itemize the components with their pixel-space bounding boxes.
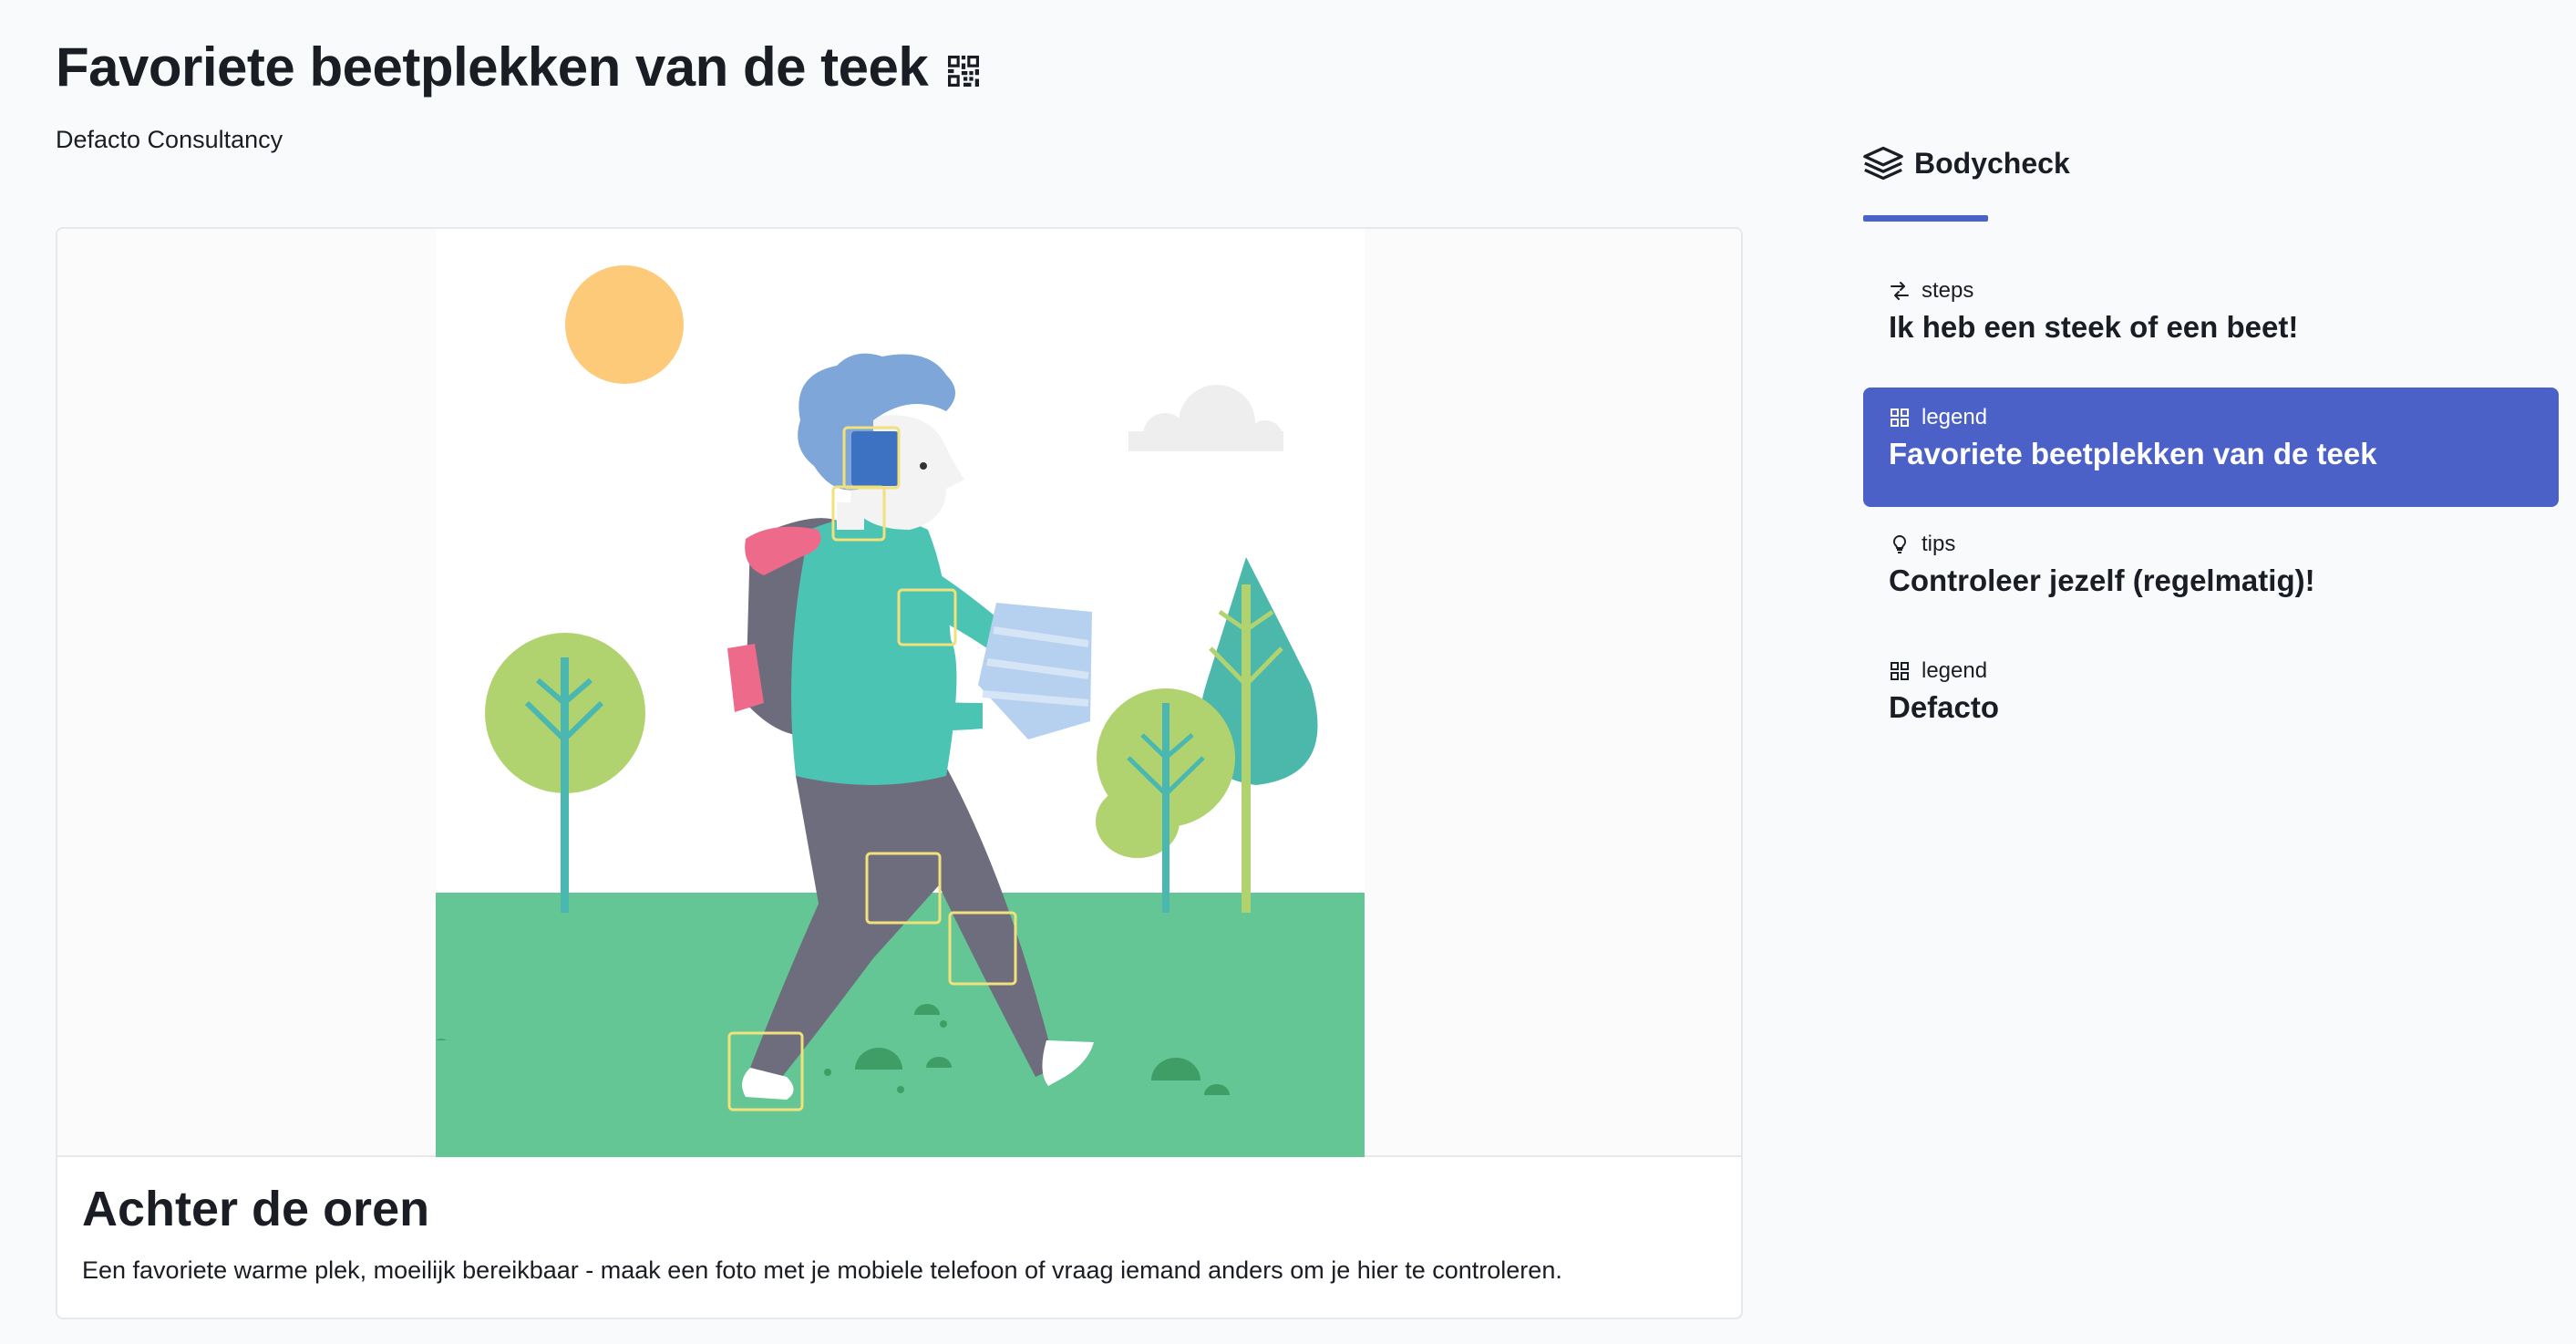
page-title: Favoriete beetplekken van de teek (56, 36, 929, 98)
layers-icon (1863, 146, 1903, 181)
sidebar-item-legend-defacto[interactable]: legend Defacto (1863, 641, 2559, 760)
card-media (57, 229, 1741, 1157)
steps-icon (1891, 282, 1909, 300)
sidebar-active-underline (1863, 215, 1988, 222)
sidebar-item-kind: tips (1922, 532, 1956, 556)
legend-icon (1891, 662, 1909, 680)
legend-icon (1891, 408, 1909, 427)
sidebar-item-legend-active[interactable]: legend Favoriete beetplekken van de teek (1863, 388, 2559, 507)
content-card: Achter de oren Een favoriete warme plek,… (56, 227, 1743, 1319)
page-header: Favoriete beetplekken van de teek (56, 36, 980, 98)
sidebar-item-title: Defacto (1889, 690, 2000, 724)
sidebar-item-title: Favoriete beetplekken van de teek (1889, 437, 2377, 470)
sidebar-header: Bodycheck (1863, 146, 2070, 181)
card-description: Een favoriete warme plek, moeilijk berei… (82, 1256, 1562, 1285)
sun (565, 265, 684, 384)
page-subtitle: Defacto Consultancy (56, 126, 283, 153)
lightbulb-icon (1892, 534, 1907, 553)
sidebar-heading: Bodycheck (1914, 146, 2070, 180)
sidebar-item-title: Controleer jezelf (regelmatig)! (1889, 563, 2315, 597)
sidebar-nav: steps Ik heb een steek of een beet! lege… (1863, 261, 2559, 768)
sidebar-item-steps[interactable]: steps Ik heb een steek of een beet! (1863, 261, 2559, 380)
card-title: Achter de oren (82, 1182, 430, 1236)
qr-code-icon[interactable] (948, 56, 980, 87)
sidebar-item-title: Ik heb een steek of een beet! (1889, 310, 2299, 344)
card-body: Achter de oren Een favoriete warme plek,… (57, 1157, 1741, 1312)
sidebar-item-tips[interactable]: tips Controleer jezelf (regelmatig)! (1863, 514, 2559, 634)
sidebar-item-kind: steps (1922, 278, 1974, 303)
hiker-illustration (436, 229, 1365, 1157)
sidebar-item-kind: legend (1922, 405, 1988, 429)
sidebar-item-kind: legend (1922, 658, 1988, 683)
grass (436, 893, 1365, 1157)
